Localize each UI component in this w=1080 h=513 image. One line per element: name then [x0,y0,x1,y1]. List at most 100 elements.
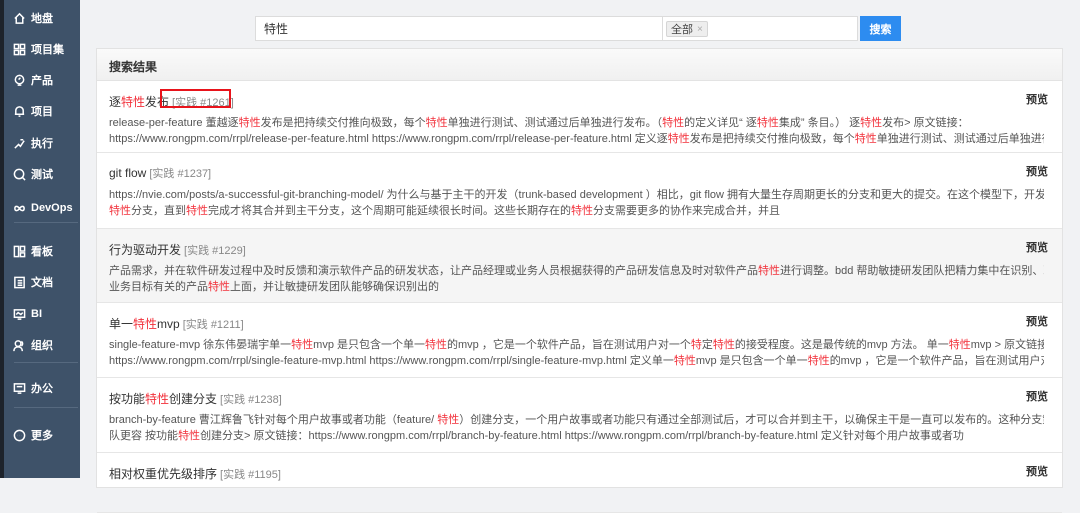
text-segment: https://www.rongpm.com/rrpl/release-per-… [109,133,668,145]
results-header: 搜索结果 [97,49,1062,81]
remove-scope-icon[interactable]: × [697,24,703,35]
snippet-line: https://www.rongpm.com/rrpl/single-featu… [109,353,1044,369]
keyword-highlight: 特性 [854,133,877,145]
text-segment: 相对权重优先级排序 [109,467,218,481]
snippet-line: 队更容 按功能特性创建分支> 原文链接：https://www.rongpm.c… [109,428,1044,444]
sidebar-item-label: 项目 [31,106,53,118]
result-title[interactable]: 相对权重优先级排序 [实践 #1195] [109,465,281,482]
sidebar-divider [14,407,78,408]
scope-select[interactable]: 全部 × [663,16,858,41]
result-title[interactable]: git flow [实践 #1237] [109,165,211,181]
snippet-line: https://nvie.com/posts/a-successful-git-… [109,187,1044,203]
result-snippet: single-feature-mvp 徐东伟晏瑞宇单一特性mvp 是只包含一个单… [109,337,1044,369]
result-row: git flow [实践 #1237] 预览 https://nvie.com/pos… [97,153,1062,229]
snippet-line: 业务目标有关的产品特性上面，并让敏捷研发团队能够确保识别出的 [109,279,1044,295]
search-icon [12,167,26,181]
sidebar-divider [14,362,78,363]
snippet-line: branch-by-feature 曹江辉鲁飞针对每个用户故事或者功能（feat… [109,412,1044,428]
sidebar-item-4[interactable]: 执行 [12,132,53,154]
keyword-highlight: 特性 [662,117,685,129]
preview-link[interactable]: 预览 [1026,239,1048,255]
sidebar-item-6[interactable]: DevOps [12,197,73,219]
keyword-highlight: 特性 [758,265,780,277]
search-input[interactable] [255,16,663,41]
result-title[interactable]: 单一特性mvp [实践 #1211] [109,315,244,332]
sidebar-item-9[interactable]: BI [12,303,42,325]
text-segment: 发布是把持续交付推向极致，每个 [689,133,855,145]
preview-link[interactable]: 预览 [1026,388,1048,404]
text-segment: release-per-feature 董越逐 [109,117,239,129]
sidebar-item-1[interactable]: 项目集 [12,38,64,60]
sidebar-item-label: 文档 [31,277,53,289]
snippet-line: single-feature-mvp 徐东伟晏瑞宇单一特性mvp 是只包含一个单… [109,337,1044,353]
more-icon [12,428,26,442]
infinity-icon [12,201,26,215]
office-icon [12,381,26,395]
keyword-highlight: 特性 [860,117,883,129]
sidebar-item-5[interactable]: 测试 [12,163,53,185]
snippet-line: 产品需求，并在软件研发过程中及时反馈和演示软件产品的研发状态，让产品经理或业务人… [109,263,1044,279]
keyword-highlight: 特性 [208,281,230,293]
sidebar-item-3[interactable]: 项目 [12,100,53,122]
sidebar-item-label: 项目集 [31,44,64,56]
text-segment: https://www.rongpm.com/rrpl/single-featu… [109,355,674,367]
result-row: 相对权重优先级排序 [实践 #1195] 预览 [97,453,1062,513]
text-segment: 完成才将其合并到主干分支，这个周期可能延续很长时间。这些长期存在的 [208,205,571,217]
text-segment: 上面，并让敏捷研发团队能够确保识别出的 [230,281,439,293]
sidebar-item-8[interactable]: 文档 [12,271,53,293]
home-icon [12,11,26,25]
result-snippet: release-per-feature 董越逐特性发布是把持续交付推向极致，每个… [109,115,1044,147]
text-segment: 发布> 原文链接： [882,117,969,129]
snippet-line: https://www.rongpm.com/rrpl/release-per-… [109,131,1044,147]
bulb-icon [12,73,26,87]
grid-icon [12,42,26,56]
keyword-highlight: 特性 [291,339,314,351]
text-segment: single-feature-mvp 徐东伟晏瑞宇单一 [109,339,292,351]
text-segment: 的mvp ，它是一个软件产品，旨在测试用户对一个 [447,339,691,351]
keyword-highlight: 特性 [145,392,170,406]
highlight-annotation-box [160,89,231,108]
sidebar-item-2[interactable]: 产品 [12,69,53,91]
sidebar-item-label: 组织 [31,340,53,352]
text-segment: 单独进行测试、测试通过后单独进行发布 [876,133,1044,145]
search-button[interactable]: 搜索 [860,16,901,41]
snippet-line: release-per-feature 董越逐特性发布是把持续交付推向极致，每个… [109,115,1044,131]
sidebar-item-0[interactable]: 地盘 [12,7,53,29]
users-icon [12,338,26,352]
search-bar: 全部 × 搜索 [255,16,901,41]
result-snippet: 产品需求，并在软件研发过程中及时反馈和演示软件产品的研发状态，让产品经理或业务人… [109,263,1044,295]
keyword-highlight: 特性 [425,339,447,351]
sidebar-item-label: BI [31,308,42,320]
sidebar-item-label: 看板 [31,246,53,258]
sidebar-item-label: 测试 [31,169,53,181]
text-segment: mvp 是只包含一个单一 [313,339,425,351]
text-segment: 创建分支> 原文链接：https://www.rongpm.com/rrpl/b… [200,430,964,442]
keyword-highlight: 特性 [133,317,158,331]
sidebar-item-11[interactable]: 办公 [12,377,53,399]
sidebar-item-12[interactable]: 更多 [12,424,53,446]
preview-link[interactable]: 预览 [1026,163,1048,179]
sidebar-item-label: 办公 [31,383,53,395]
keyword-highlight: 特性 [109,205,131,217]
sidebar-item-7[interactable]: 看板 [12,240,53,262]
sidebar-divider [14,222,78,223]
preview-link[interactable]: 预览 [1026,313,1048,329]
sidebar-item-10[interactable]: 组织 [12,334,53,356]
text-segment: 的定义详见“ 逐 [684,117,757,129]
preview-link[interactable]: 预览 [1026,91,1048,107]
result-row: 逐特性发布 [实践 #1261] 预览 release-per-feature 董越逐… [97,81,1062,153]
text-segment: 定 [701,339,713,351]
sidebar: 地盘项目集产品项目执行测试 DevOps 看板文档 BI 组织办公更多 [0,0,80,478]
result-row: 单一特性mvp [实践 #1211] 预览 single-feature-mvp 徐东… [97,303,1062,378]
sidebar-item-label: 地盘 [31,13,53,25]
text-segment: 进行调整。bdd 帮助敏捷研发团队把精力集中在识别、理解和构建跟 [780,265,1044,277]
text-segment: 分支，直到 [131,205,186,217]
preview-link[interactable]: 预览 [1026,463,1048,479]
keyword-highlight: 特性 [807,355,830,367]
sidebar-item-label: DevOps [31,202,73,214]
bell-icon [12,104,26,118]
doc-icon [12,275,26,289]
result-snippet: https://nvie.com/posts/a-successful-git-… [109,187,1044,219]
result-title[interactable]: 行为驱动开发 [实践 #1229] [109,241,246,258]
result-title[interactable]: 按功能特性创建分支 [实践 #1238] [109,390,282,407]
